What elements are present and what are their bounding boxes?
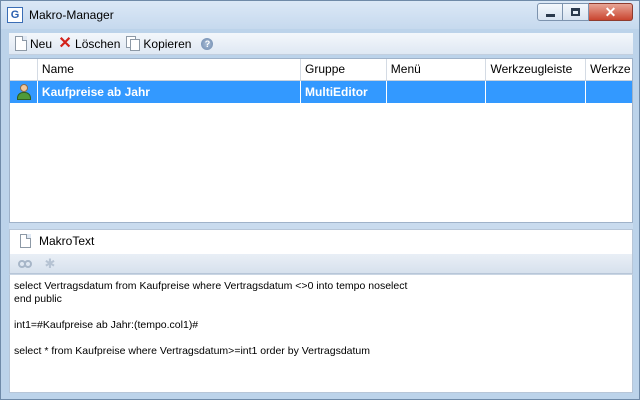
cell-group: MultiEditor <box>301 81 387 103</box>
copy-button-label: Kopieren <box>143 36 192 51</box>
code-line: int1=#Kaufpreise ab Jahr:(tempo.col1)# <box>14 319 199 331</box>
cell-menu <box>387 81 487 103</box>
window-controls: ✕ <box>537 3 633 23</box>
new-button[interactable]: Neu <box>15 34 52 54</box>
title-bar[interactable]: G Makro-Manager ✕ <box>1 1 639 29</box>
copy-icon <box>126 36 141 51</box>
close-button[interactable]: ✕ <box>589 3 633 21</box>
table-row[interactable]: Kaufpreise ab Jahr MultiEditor <box>10 81 632 103</box>
delete-x-icon: ✕ <box>58 34 72 52</box>
user-icon <box>16 84 32 100</box>
editor-tabstrip: MakroText <box>9 229 633 254</box>
column-header-toolbar-2[interactable]: Werkze <box>586 59 632 80</box>
macro-text-editor[interactable]: select Vertragsdatum from Kaufpreise whe… <box>9 274 633 393</box>
delete-button-label: Löschen <box>75 36 121 51</box>
editor-toolbar: ✱ <box>9 254 633 274</box>
gear-icon[interactable]: ✱ <box>44 257 56 270</box>
grid-header: Name Gruppe Menü Werkzeugleiste Werkze <box>10 59 632 81</box>
column-header-icon <box>10 59 38 80</box>
minimize-icon <box>546 14 555 17</box>
app-logo-icon: G <box>7 7 23 23</box>
maximize-icon <box>571 8 580 16</box>
delete-button[interactable]: ✕ Löschen <box>58 34 120 54</box>
column-header-name[interactable]: Name <box>38 59 302 80</box>
help-icon[interactable]: ? <box>201 37 214 50</box>
macro-grid: Name Gruppe Menü Werkzeugleiste Werkze K… <box>9 58 633 223</box>
new-document-icon <box>15 36 27 51</box>
maximize-button[interactable] <box>563 3 589 21</box>
code-line: select Vertragsdatum from Kaufpreise whe… <box>14 280 408 292</box>
document-icon <box>20 234 31 248</box>
column-header-menu[interactable]: Menü <box>387 59 487 80</box>
minimize-button[interactable] <box>537 3 563 21</box>
cell-toolbar-2 <box>586 81 632 103</box>
tab-label: MakroText <box>39 234 95 248</box>
code-line: select * from Kaufpreise where Vertragsd… <box>14 345 371 357</box>
cell-name: Kaufpreise ab Jahr <box>38 81 302 103</box>
window-title: Makro-Manager <box>29 8 114 22</box>
cell-toolbar <box>486 81 587 103</box>
makro-manager-window: G Makro-Manager ✕ Neu ✕ Löschen Kopieren <box>0 0 640 400</box>
link-icon[interactable] <box>18 259 32 268</box>
copy-button[interactable]: Kopieren <box>126 34 191 54</box>
close-icon: ✕ <box>604 4 617 20</box>
row-icon-cell <box>10 81 38 103</box>
tab-makrotext[interactable]: MakroText <box>20 234 94 248</box>
code-line: end public <box>14 293 62 305</box>
main-toolbar: Neu ✕ Löschen Kopieren ? <box>9 33 633 55</box>
column-header-group[interactable]: Gruppe <box>301 59 387 80</box>
column-header-toolbar[interactable]: Werkzeugleiste <box>486 59 587 80</box>
new-button-label: Neu <box>30 36 53 51</box>
